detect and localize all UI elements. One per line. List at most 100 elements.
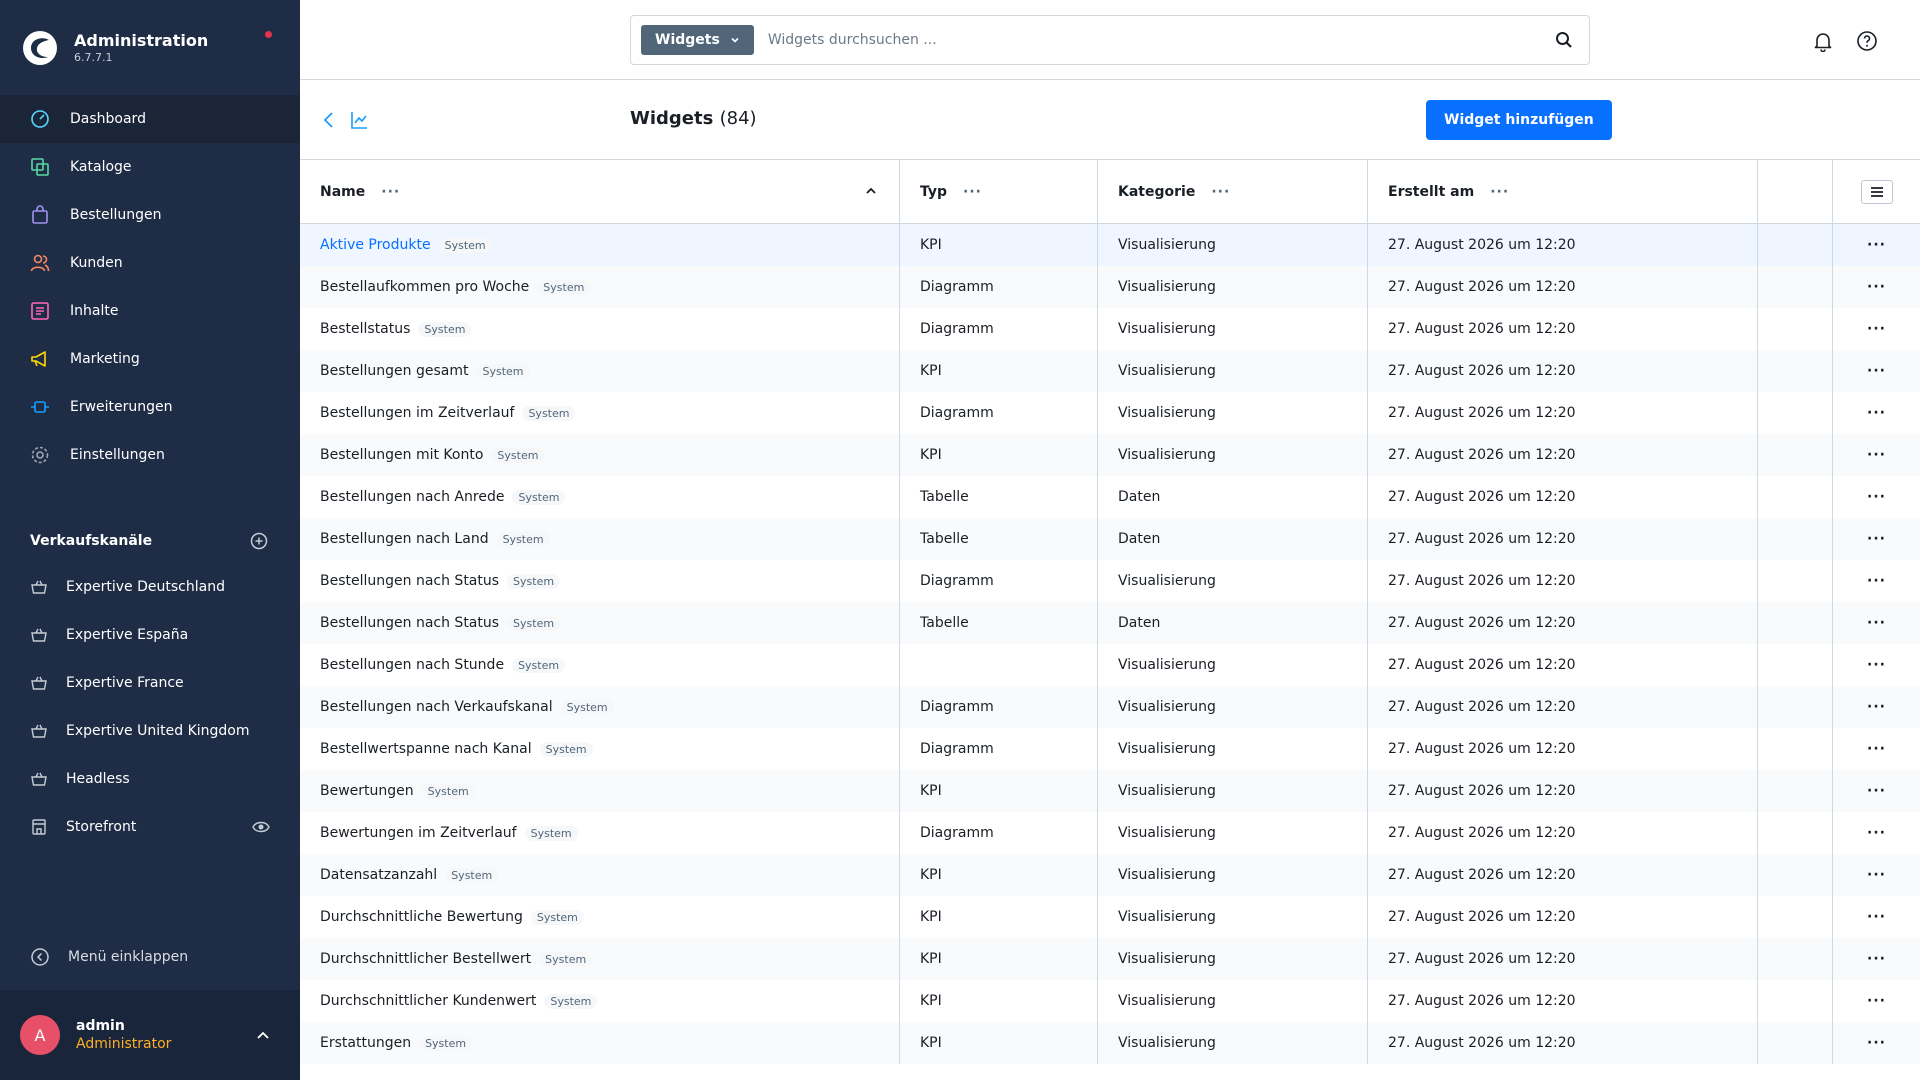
table-row[interactable]: Bestellungen im Zeitverlauf System Diagram…: [300, 392, 1920, 434]
user-menu[interactable]: A admin Administrator: [0, 990, 300, 1080]
sort-ascending-icon[interactable]: [865, 185, 877, 197]
table-row[interactable]: Erstattungen System KPI Visualisierung 27. A…: [300, 1022, 1920, 1064]
table-row[interactable]: Bestellungen nach Status System Tabelle Dat…: [300, 602, 1920, 644]
sales-channel-storefront[interactable]: Storefront: [0, 803, 300, 851]
search-type-dropdown[interactable]: Widgets: [641, 25, 754, 55]
add-widget-button[interactable]: Widget hinzufügen: [1426, 100, 1612, 140]
widget-name-link[interactable]: Durchschnittlicher Kundenwert: [320, 993, 536, 1009]
row-actions-icon[interactable]: ···: [1867, 615, 1886, 631]
chevron-up-icon[interactable]: [256, 1028, 270, 1042]
widget-name-link[interactable]: Durchschnittlicher Bestellwert: [320, 951, 531, 967]
widget-name-link[interactable]: Bestellungen mit Konto: [320, 447, 483, 463]
widget-name-link[interactable]: Bestellstatus: [320, 321, 410, 337]
table-row[interactable]: Bestellungen nach Stunde System Visualisie…: [300, 644, 1920, 686]
widget-name-link[interactable]: Aktive Produkte: [320, 237, 431, 253]
column-header-typ[interactable]: Typ ···: [900, 160, 1098, 223]
widget-name-link[interactable]: Bestellwertspanne nach Kanal: [320, 741, 532, 757]
row-actions-icon[interactable]: ···: [1867, 1035, 1886, 1051]
table-row[interactable]: Bestellungen nach Land System Tabelle Daten…: [300, 518, 1920, 560]
row-actions-icon[interactable]: ···: [1867, 825, 1886, 841]
row-actions-icon[interactable]: ···: [1867, 699, 1886, 715]
nav-item-bestellungen[interactable]: Bestellungen: [0, 191, 300, 239]
nav-item-einstellungen[interactable]: Einstellungen: [0, 431, 300, 479]
table-row[interactable]: Aktive Produkte System KPI Visualisierung 27…: [300, 224, 1920, 266]
column-settings-button[interactable]: [1860, 179, 1893, 204]
table-row[interactable]: Bestellungen nach Anrede System Tabelle Dat…: [300, 476, 1920, 518]
row-actions-icon[interactable]: ···: [1867, 783, 1886, 799]
back-arrow-icon[interactable]: [320, 109, 338, 131]
row-actions-icon[interactable]: ···: [1867, 405, 1886, 421]
table-row[interactable]: Bestellungen mit Konto System KPI Visualisi…: [300, 434, 1920, 476]
table-row[interactable]: Durchschnittlicher Bestellwert System KPI V…: [300, 938, 1920, 980]
column-menu-icon[interactable]: ···: [381, 184, 400, 200]
column-header-name[interactable]: Name ···: [300, 160, 900, 223]
widget-name-link[interactable]: Bestellaufkommen pro Woche: [320, 279, 529, 295]
widget-name-link[interactable]: Erstattungen: [320, 1035, 411, 1051]
row-actions-icon[interactable]: ···: [1867, 279, 1886, 295]
widget-name-link[interactable]: Datensatzanzahl: [320, 867, 437, 883]
table-row[interactable]: Datensatzanzahl System KPI Visualisierung 27…: [300, 854, 1920, 896]
sales-channel-expertive-uk[interactable]: Expertive United Kingdom: [0, 707, 300, 755]
widget-name-link[interactable]: Bestellungen nach Status: [320, 615, 499, 631]
column-menu-icon[interactable]: ···: [963, 184, 982, 200]
row-actions-icon[interactable]: ···: [1867, 909, 1886, 925]
add-channel-icon[interactable]: [250, 532, 268, 550]
table-row[interactable]: Bestellungen gesamt System KPI Visualisieru…: [300, 350, 1920, 392]
notifications-bell-icon[interactable]: [1812, 30, 1834, 52]
row-actions-icon[interactable]: ···: [1867, 657, 1886, 673]
nav-item-erweiterungen[interactable]: Erweiterungen: [0, 383, 300, 431]
cell-spacer: [1758, 854, 1833, 896]
row-actions-icon[interactable]: ···: [1867, 573, 1886, 589]
row-actions-icon[interactable]: ···: [1867, 951, 1886, 967]
widget-name-link[interactable]: Bestellungen nach Status: [320, 573, 499, 589]
help-icon[interactable]: [1856, 30, 1878, 52]
table-row[interactable]: Durchschnittlicher Kundenwert System KPI Vi…: [300, 980, 1920, 1022]
column-menu-icon[interactable]: ···: [1490, 184, 1509, 200]
search-icon[interactable]: [1555, 31, 1573, 49]
nav-item-marketing[interactable]: Marketing: [0, 335, 300, 383]
row-actions-icon[interactable]: ···: [1867, 363, 1886, 379]
widget-name-link[interactable]: Bestellungen gesamt: [320, 363, 468, 379]
table-row[interactable]: Bestellwertspanne nach Kanal System Diagra…: [300, 728, 1920, 770]
nav-item-kataloge[interactable]: Kataloge: [0, 143, 300, 191]
row-actions-icon[interactable]: ···: [1867, 993, 1886, 1009]
nav-item-inhalte[interactable]: Inhalte: [0, 287, 300, 335]
widget-name-link[interactable]: Bestellungen im Zeitverlauf: [320, 405, 514, 421]
sales-channel-headless[interactable]: Headless: [0, 755, 300, 803]
widget-name-link[interactable]: Bestellungen nach Land: [320, 531, 489, 547]
column-header-kategorie[interactable]: Kategorie ···: [1098, 160, 1368, 223]
collapse-menu-button[interactable]: Menü einklappen: [0, 940, 300, 974]
nav-item-dashboard[interactable]: Dashboard: [0, 95, 300, 143]
table-row[interactable]: Bestellaufkommen pro Woche System Diagramm…: [300, 266, 1920, 308]
widget-name-link[interactable]: Bewertungen im Zeitverlauf: [320, 825, 517, 841]
search-input[interactable]: [767, 32, 1548, 48]
widget-name-link[interactable]: Bestellungen nach Stunde: [320, 657, 504, 673]
row-actions-icon[interactable]: ···: [1867, 741, 1886, 757]
row-actions-icon[interactable]: ···: [1867, 867, 1886, 883]
sales-channel-expertive-de[interactable]: Expertive Deutschland: [0, 563, 300, 611]
widget-name-link[interactable]: Bestellungen nach Anrede: [320, 489, 504, 505]
table-row[interactable]: Bestellungen nach Verkaufskanal System Dia…: [300, 686, 1920, 728]
nav-item-kunden[interactable]: Kunden: [0, 239, 300, 287]
eye-icon[interactable]: [252, 819, 270, 835]
cell-typ: Diagramm: [900, 560, 1098, 602]
column-menu-icon[interactable]: ···: [1211, 184, 1230, 200]
widget-name-link[interactable]: Bewertungen: [320, 783, 414, 799]
table-row[interactable]: Bewertungen im Zeitverlauf System Diagramm…: [300, 812, 1920, 854]
table-row[interactable]: Bestellstatus System Diagramm Visualisierun…: [300, 308, 1920, 350]
table-row[interactable]: Bestellungen nach Status System Diagramm Vi…: [300, 560, 1920, 602]
shopware-logo-icon[interactable]: [22, 30, 58, 66]
row-actions-icon[interactable]: ···: [1867, 447, 1886, 463]
sales-channel-expertive-fr[interactable]: Expertive France: [0, 659, 300, 707]
column-header-erstellt[interactable]: Erstellt am ···: [1368, 160, 1758, 223]
table-row[interactable]: Bewertungen System KPI Visualisierung 27. Au…: [300, 770, 1920, 812]
nav-label: Kunden: [70, 255, 123, 271]
widget-name-link[interactable]: Durchschnittliche Bewertung: [320, 909, 523, 925]
row-actions-icon[interactable]: ···: [1867, 237, 1886, 253]
row-actions-icon[interactable]: ···: [1867, 321, 1886, 337]
table-row[interactable]: Durchschnittliche Bewertung System KPI Visu…: [300, 896, 1920, 938]
sales-channel-expertive-es[interactable]: Expertive España: [0, 611, 300, 659]
row-actions-icon[interactable]: ···: [1867, 531, 1886, 547]
row-actions-icon[interactable]: ···: [1867, 489, 1886, 505]
widget-name-link[interactable]: Bestellungen nach Verkaufskanal: [320, 699, 553, 715]
